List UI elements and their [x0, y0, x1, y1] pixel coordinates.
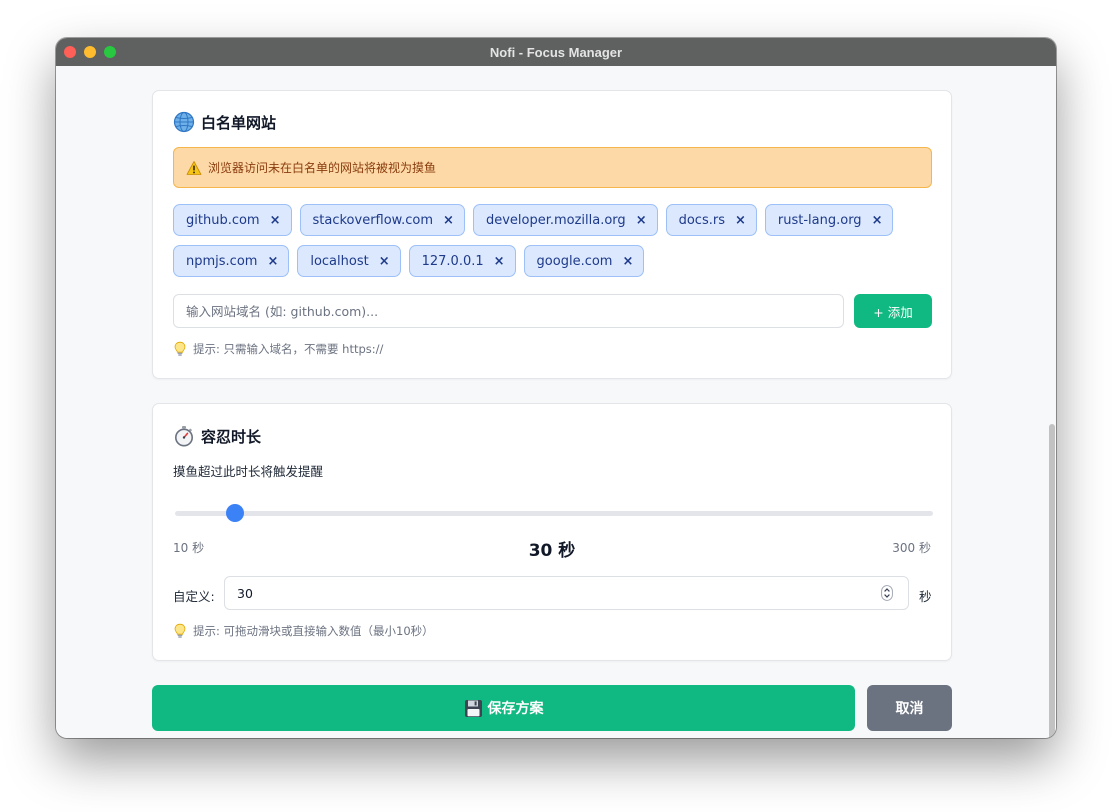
remove-site-icon[interactable]: × [270, 213, 281, 228]
add-site-button[interactable]: + 添加 [854, 294, 932, 328]
app-window: Nofi - Focus Manager 白名单网站 浏览器访问未在白名单的网站… [56, 38, 1056, 738]
tolerance-description: 摸鱼超过此时长将触发提醒 [173, 464, 324, 479]
remove-site-icon[interactable]: × [872, 213, 883, 228]
warning-text: 浏览器访问未在白名单的网站将被视为摸鱼 [208, 161, 437, 175]
site-tag-label: localhost [310, 253, 369, 269]
stopwatch-icon [175, 426, 193, 447]
site-tag-label: docs.rs [678, 212, 725, 228]
site-tag-label: 127.0.0.1 [421, 253, 484, 269]
remove-site-icon[interactable]: × [379, 254, 390, 269]
window-title: Nofi - Focus Manager [489, 44, 623, 60]
whitelist-title: 白名单网站 [201, 113, 277, 132]
site-tag: google.com × [523, 245, 645, 277]
whitelist-hint-text: 提示: 只需输入域名，不需要 https:// [193, 342, 384, 356]
remove-site-icon[interactable]: × [267, 254, 278, 269]
slider-value-label: 30 秒 [528, 541, 576, 561]
site-tag: docs.rs × [665, 204, 757, 236]
site-tag: npmjs.com × [173, 245, 290, 277]
slider-thumb[interactable] [226, 504, 245, 522]
site-tag-label: rust-lang.org [777, 212, 862, 228]
whitelist-header: 白名单网站 [173, 111, 276, 133]
site-tag: developer.mozilla.org × [472, 204, 658, 236]
maximize-window-button[interactable] [104, 46, 116, 58]
whitelist-tags: github.com × stackoverflow.com × developer… [173, 204, 933, 277]
site-tag: 127.0.0.1 × [408, 245, 516, 277]
site-tag-label: stackoverflow.com [312, 212, 434, 228]
title-bar: Nofi - Focus Manager [56, 38, 1056, 66]
tolerance-header: 容忍时长 [173, 425, 261, 447]
site-tag: stackoverflow.com × [299, 204, 465, 236]
site-tag-label: developer.mozilla.org [485, 212, 626, 228]
site-tag-label: npmjs.com [186, 253, 258, 269]
site-tag: github.com × [173, 204, 292, 236]
tolerance-slider[interactable] [175, 504, 933, 522]
number-spinner-icon[interactable] [881, 585, 893, 601]
lightbulb-icon [174, 341, 186, 356]
tolerance-card: 容忍时长 摸鱼超过此时长将触发提醒 10 秒 30 秒 300 秒 自定义: 秒 [152, 403, 952, 661]
lightbulb-icon [174, 623, 186, 638]
site-tag: rust-lang.org × [764, 204, 894, 236]
whitelist-card: 白名单网站 浏览器访问未在白名单的网站将被视为摸鱼 github.com × st… [152, 90, 952, 379]
cancel-button[interactable]: 取消 [867, 685, 952, 731]
custom-duration-unit: 秒 [919, 589, 932, 604]
remove-site-icon[interactable]: × [443, 213, 454, 228]
whitelist-warning: 浏览器访问未在白名单的网站将被视为摸鱼 [173, 147, 932, 188]
main-content: 白名单网站 浏览器访问未在白名单的网站将被视为摸鱼 github.com × st… [56, 66, 1056, 738]
site-tag: localhost × [297, 245, 401, 277]
tolerance-hint: 提示: 可拖动滑块或直接输入数值（最小10秒） [173, 623, 434, 639]
floppy-disk-icon [464, 699, 482, 717]
whitelist-hint: 提示: 只需输入域名，不需要 https:// [173, 341, 383, 357]
domain-input[interactable] [173, 294, 844, 328]
remove-site-icon[interactable]: × [636, 213, 647, 228]
remove-site-icon[interactable]: × [494, 254, 505, 269]
warning-icon [186, 160, 202, 175]
custom-duration-label: 自定义: [173, 589, 215, 604]
save-button-label: 保存方案 [487, 701, 544, 717]
save-button[interactable]: 保存方案 [152, 685, 855, 731]
site-tag-label: google.com [536, 253, 613, 269]
remove-site-icon[interactable]: × [735, 213, 746, 228]
site-tag-label: github.com [186, 212, 260, 228]
globe-icon [173, 111, 195, 133]
scrollbar-thumb[interactable] [1049, 424, 1055, 738]
scrollbar[interactable] [1047, 424, 1056, 738]
minimize-window-button[interactable] [84, 46, 96, 58]
close-window-button[interactable] [64, 46, 76, 58]
custom-duration-input[interactable] [224, 576, 909, 610]
remove-site-icon[interactable]: × [622, 254, 633, 269]
tolerance-hint-text: 提示: 可拖动滑块或直接输入数值（最小10秒） [193, 624, 434, 638]
tolerance-title: 容忍时长 [201, 427, 262, 446]
slider-max-label: 300 秒 [892, 541, 931, 555]
